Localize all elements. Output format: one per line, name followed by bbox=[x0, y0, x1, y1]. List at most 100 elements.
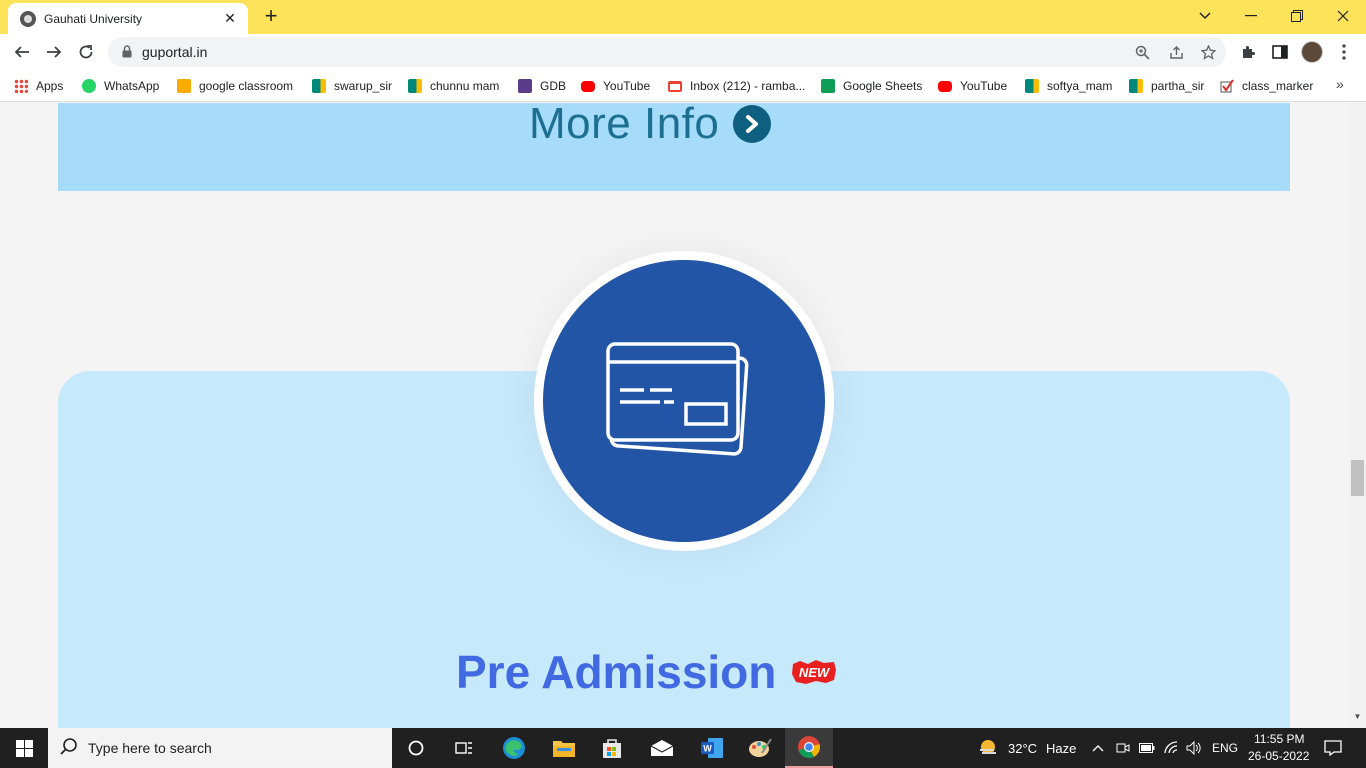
battery-icon[interactable] bbox=[1139, 740, 1155, 756]
whatsapp-icon bbox=[82, 79, 96, 93]
profile-avatar[interactable] bbox=[1301, 41, 1323, 63]
bookmark-label: Apps bbox=[36, 79, 64, 93]
bookmark-gdb[interactable]: GDB bbox=[518, 76, 566, 96]
mail-app-icon[interactable] bbox=[638, 728, 686, 768]
bookmarks-bar: Apps WhatsApp google classroom swarup_si… bbox=[0, 70, 1366, 102]
chevron-up-icon[interactable] bbox=[1090, 740, 1106, 756]
chrome-app-icon[interactable] bbox=[785, 728, 833, 768]
bookmark-label: class_marker bbox=[1242, 79, 1314, 93]
credit-card-icon bbox=[606, 342, 749, 456]
bookmark-star-icon[interactable] bbox=[1198, 42, 1218, 62]
sheets-icon bbox=[821, 79, 835, 93]
bookmark-label: softya_mam bbox=[1047, 79, 1113, 93]
restore-button[interactable] bbox=[1274, 0, 1320, 32]
task-view-button[interactable] bbox=[440, 728, 488, 768]
bookmark-label: swarup_sir bbox=[334, 79, 393, 93]
browser-toolbar: guportal.in bbox=[0, 34, 1366, 70]
bookmark-class-marker[interactable]: class_marker bbox=[1220, 76, 1313, 96]
tab-gauhati-university[interactable]: Gauhati University ✕ bbox=[8, 3, 248, 34]
meet-icon bbox=[1025, 79, 1039, 93]
bookmark-swarup-sir[interactable]: swarup_sir bbox=[312, 76, 392, 96]
bookmark-label: WhatsApp bbox=[104, 79, 160, 93]
forward-button[interactable] bbox=[40, 38, 68, 66]
edge-app-icon[interactable] bbox=[490, 728, 538, 768]
weather-temperature[interactable]: 32°C bbox=[1008, 741, 1037, 756]
share-icon[interactable] bbox=[1166, 42, 1186, 62]
apps-grid-icon bbox=[14, 79, 28, 93]
gdb-icon bbox=[518, 79, 532, 93]
microsoft-store-icon[interactable] bbox=[588, 728, 636, 768]
bookmark-label: Google Sheets bbox=[843, 79, 923, 93]
back-button[interactable] bbox=[8, 38, 36, 66]
youtube-icon bbox=[938, 80, 952, 92]
new-badge-icon: NEW bbox=[792, 660, 837, 684]
tab-title: Gauhati University bbox=[44, 11, 143, 26]
chevron-right-circle-icon[interactable] bbox=[733, 105, 772, 143]
svg-text:W: W bbox=[703, 744, 712, 754]
meet-now-icon[interactable] bbox=[1115, 740, 1131, 756]
bookmark-partha-sir[interactable]: partha_sir bbox=[1129, 76, 1204, 96]
bookmark-apps[interactable]: Apps bbox=[14, 76, 63, 96]
bookmark-whatsapp[interactable]: WhatsApp bbox=[82, 76, 159, 96]
gmail-icon bbox=[668, 80, 682, 92]
menu-kebab-icon[interactable] bbox=[1330, 38, 1358, 66]
bookmark-youtube-2[interactable]: YouTube bbox=[938, 76, 1007, 96]
close-window-button[interactable] bbox=[1320, 0, 1366, 32]
page-scrollbar[interactable] bbox=[1349, 103, 1366, 728]
file-explorer-icon[interactable] bbox=[540, 728, 588, 768]
side-panel-icon[interactable] bbox=[1266, 38, 1294, 66]
more-info-link[interactable]: More Info bbox=[529, 103, 772, 148]
bookmark-label: google classroom bbox=[199, 79, 294, 93]
pre-admission-heading[interactable]: Pre Admission NEW bbox=[456, 645, 838, 699]
bookmark-google-sheets[interactable]: Google Sheets bbox=[821, 76, 922, 96]
weather-haze-icon[interactable] bbox=[978, 738, 998, 758]
site-favicon-icon bbox=[20, 10, 36, 27]
bookmark-chunnu-mam[interactable]: chunnu mam bbox=[408, 76, 499, 96]
bookmark-youtube[interactable]: YouTube bbox=[581, 76, 650, 96]
extensions-puzzle-icon[interactable] bbox=[1234, 38, 1262, 66]
clock-time[interactable]: 11:55 PM bbox=[1254, 732, 1304, 746]
address-bar[interactable]: guportal.in bbox=[108, 37, 1226, 67]
bookmark-label: YouTube bbox=[960, 79, 1008, 93]
reload-button[interactable] bbox=[72, 38, 100, 66]
bookmark-label: YouTube bbox=[603, 79, 651, 93]
input-language[interactable]: ENG bbox=[1212, 741, 1238, 755]
bookmark-softya-mam[interactable]: softya_mam bbox=[1025, 76, 1112, 96]
weather-description[interactable]: Haze bbox=[1046, 741, 1076, 756]
windows-start-button[interactable] bbox=[0, 728, 48, 768]
wifi-icon[interactable] bbox=[1163, 740, 1179, 756]
bookmark-gmail-inbox[interactable]: Inbox (212) - ramba... bbox=[668, 76, 805, 96]
lock-icon[interactable] bbox=[122, 45, 132, 63]
checkmark-icon bbox=[1220, 79, 1234, 93]
meet-icon bbox=[312, 79, 326, 93]
cortana-button[interactable] bbox=[392, 728, 440, 768]
minimize-button[interactable] bbox=[1228, 0, 1274, 32]
clock-date[interactable]: 26-05-2022 bbox=[1248, 749, 1309, 763]
search-placeholder: Type here to search bbox=[88, 740, 212, 756]
pre-admission-title[interactable]: Pre Admission bbox=[456, 645, 776, 699]
scroll-down-arrow-icon[interactable]: ▼ bbox=[1351, 712, 1364, 724]
bookmark-label: Inbox (212) - ramba... bbox=[690, 79, 806, 93]
zoom-icon[interactable] bbox=[1132, 42, 1152, 62]
url-text[interactable]: guportal.in bbox=[142, 44, 207, 60]
search-icon bbox=[60, 737, 78, 760]
bookmark-google-classroom[interactable]: google classroom bbox=[177, 76, 293, 96]
taskbar-search-box[interactable]: Type here to search bbox=[48, 728, 392, 768]
new-tab-button[interactable]: + bbox=[258, 4, 284, 30]
icon-circle-fill bbox=[543, 260, 825, 542]
svg-text:NEW: NEW bbox=[799, 665, 831, 680]
word-app-icon[interactable]: W bbox=[688, 728, 736, 768]
page-viewport: More Info Pre Admission NEW bbox=[0, 103, 1366, 728]
bookmarks-overflow-button[interactable]: » bbox=[1336, 76, 1344, 92]
meet-icon bbox=[1129, 79, 1143, 93]
notifications-icon[interactable] bbox=[1324, 739, 1342, 757]
scrollbar-thumb[interactable] bbox=[1351, 460, 1364, 496]
tab-close-icon[interactable]: ✕ bbox=[222, 10, 238, 27]
windows-logo-icon bbox=[15, 739, 33, 757]
youtube-icon bbox=[581, 80, 595, 92]
windows-taskbar: Type here to search W 32°C Haze ENG 11:5… bbox=[0, 728, 1366, 768]
more-info-text[interactable]: More Info bbox=[529, 103, 719, 149]
paint-app-icon[interactable] bbox=[736, 728, 784, 768]
tab-search-button[interactable] bbox=[1182, 0, 1228, 32]
volume-icon[interactable] bbox=[1186, 740, 1202, 756]
